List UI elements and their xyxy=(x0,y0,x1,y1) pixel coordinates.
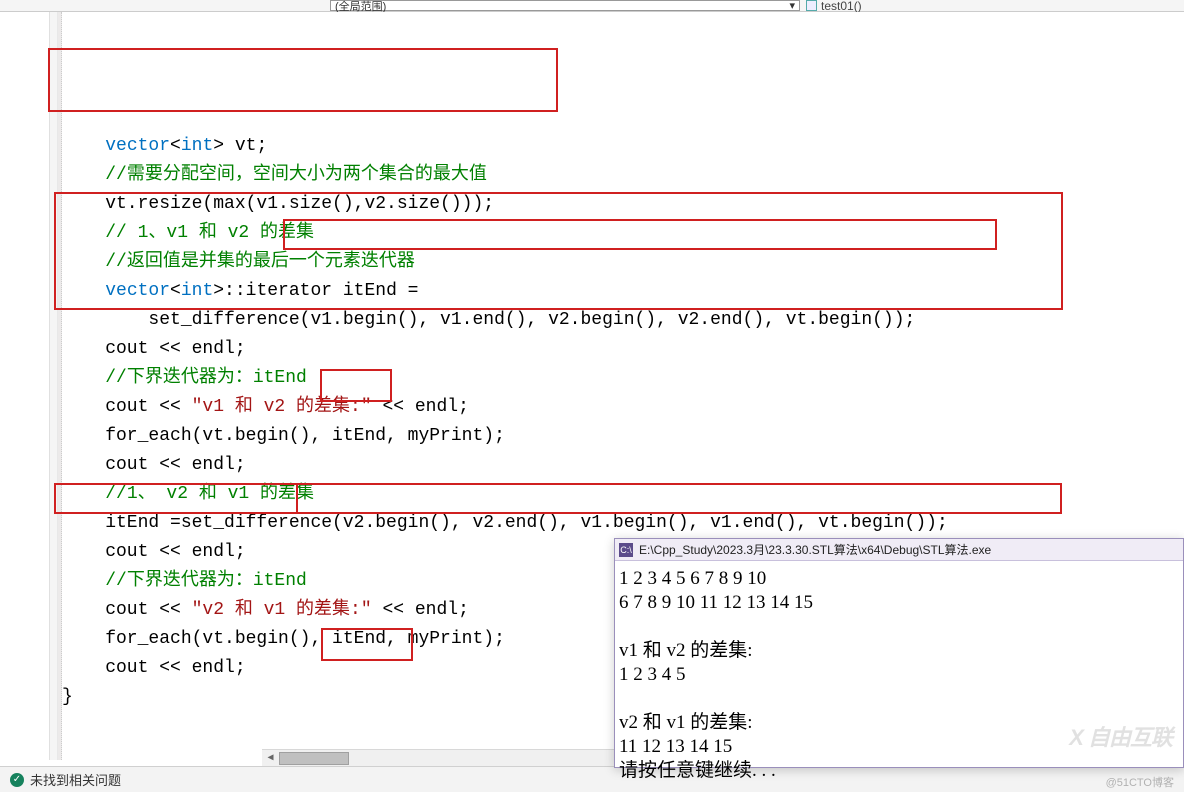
scope-dropdown[interactable]: (全局范围) ▾ xyxy=(330,0,800,11)
code-line: //下界迭代器为：itEnd xyxy=(62,364,1184,393)
code-line: set_difference(v1.begin(), v1.end(), v2.… xyxy=(62,306,1184,335)
chevron-down-icon: ▾ xyxy=(789,0,795,12)
code-line: vector<int> vt; xyxy=(62,132,1184,161)
code-line: vector<int>::iterator itEnd = xyxy=(62,277,1184,306)
code-line: vt.resize(max(v1.size(),v2.size())); xyxy=(62,190,1184,219)
top-nav-bar: (全局范围) ▾ test01() xyxy=(0,0,1184,12)
code-line: // 1、v1 和 v2 的差集 xyxy=(62,219,1184,248)
code-line: cout << endl; xyxy=(62,335,1184,364)
watermark-logo: X 自由互联 xyxy=(1069,720,1172,752)
watermark-credit: @51CTO博客 xyxy=(1106,774,1174,790)
status-text: 未找到相关问题 xyxy=(30,770,121,789)
line-gutter xyxy=(0,12,58,760)
function-dropdown[interactable]: test01() xyxy=(806,0,862,13)
scroll-thumb[interactable] xyxy=(279,752,349,765)
code-line: for_each(vt.begin(), itEnd, myPrint); xyxy=(62,422,1184,451)
status-ok-icon: ✓ xyxy=(10,773,24,787)
scroll-left-icon[interactable]: ◀ xyxy=(262,752,279,764)
code-line: //返回值是并集的最后一个元素迭代器 xyxy=(62,248,1184,277)
console-output: 1 2 3 4 5 6 7 8 9 10 6 7 8 9 10 11 12 13… xyxy=(615,561,1183,789)
cmd-icon: C:\ xyxy=(619,543,633,557)
code-line: itEnd =set_difference(v2.begin(), v2.end… xyxy=(62,509,1184,538)
code-line: cout << "v1 和 v2 的差集:" << endl; xyxy=(62,393,1184,422)
code-line: cout << endl; xyxy=(62,451,1184,480)
function-label: test01() xyxy=(821,0,862,13)
console-titlebar[interactable]: C:\ E:\Cpp_Study\2023.3月\23.3.30.STL算法\x… xyxy=(615,539,1183,561)
cube-icon xyxy=(806,0,817,11)
code-line: //1、 v2 和 v1 的差集 xyxy=(62,480,1184,509)
code-line: //需要分配空间，空间大小为两个集合的最大值 xyxy=(62,161,1184,190)
highlight-box xyxy=(48,48,558,112)
console-title: E:\Cpp_Study\2023.3月\23.3.30.STL算法\x64\D… xyxy=(639,541,991,558)
